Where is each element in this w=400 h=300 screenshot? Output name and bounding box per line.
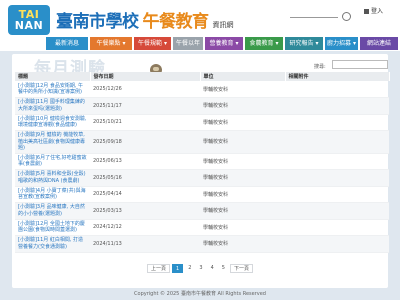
- nav-item-5[interactable]: 營養教育 ▾: [205, 37, 243, 50]
- pagination-page-1[interactable]: 1: [172, 263, 184, 273]
- table-search-label: 搜尋:: [314, 64, 326, 70]
- pagination-page-4[interactable]: 4: [208, 264, 217, 273]
- tainan-logo[interactable]: TAI NAN: [8, 5, 50, 35]
- pagination-page-2[interactable]: 2: [185, 264, 194, 273]
- unit-name: 學輔校安科: [200, 81, 285, 98]
- lock-icon: [364, 9, 369, 14]
- site-title-main: 臺南市學校: [56, 12, 139, 32]
- nav-item-7[interactable]: 研究報告 ▾: [285, 37, 323, 50]
- header-search-input[interactable]: [290, 17, 338, 18]
- unit-name: 學輔校安科: [200, 130, 285, 154]
- main-nav: 最新消息 午餐樂點 ▾ 午餐規範 ▾ 午餐以年 營養教育 ▾ 食農教育 ▾ 研究報告 ▾ 廚力…: [0, 36, 400, 51]
- attachment-cell: [285, 169, 389, 187]
- login-link[interactable]: 登入: [364, 6, 383, 15]
- table-row: [小測驗]6月了住宅,好吃甜蜜故事(食農劇) 2025/06/13 學輔校安科: [15, 153, 389, 170]
- publish-date: 2025/11/17: [90, 97, 200, 115]
- table-row: [小測驗]12月 食品安衛期, 午餐中的魚所小知識(宣導案例) 2025/12/2…: [15, 81, 389, 98]
- attachment-cell: [285, 130, 389, 154]
- logo-text-top: TAI: [18, 7, 40, 21]
- nav-item-9[interactable]: 網站連結: [360, 37, 398, 50]
- attachment-cell: [285, 235, 389, 253]
- nav-item-3[interactable]: 午餐規範 ▾: [134, 37, 171, 50]
- column-header-unit[interactable]: 單位: [200, 72, 286, 81]
- attachment-cell: [285, 153, 389, 170]
- publish-date: 2025/06/13: [90, 153, 200, 170]
- unit-name: 學輔校安科: [200, 219, 285, 236]
- quiz-title-link[interactable]: [小測驗]3月 品味健康, 大自然的小小營養(選題測): [15, 202, 90, 220]
- table-row: [小測驗]9月 健檢的 機能牧草, 植出美高社區劇(食物與健康專題) 2025/0…: [15, 130, 389, 154]
- quiz-title-link[interactable]: [小測驗]12月 全國土地下的慶團公園(食物與時間蓋選測): [15, 219, 90, 236]
- attachment-cell: [285, 219, 389, 236]
- publish-date: 2025/03/13: [90, 202, 200, 220]
- nav-item-8[interactable]: 廚力招募 ▾: [325, 37, 358, 50]
- attachment-cell: [285, 97, 389, 115]
- table-row: [小測驗]10月 健檢週食安測驗, 環境健康宣導觀(食品健康) 2025/10/2…: [15, 114, 389, 131]
- pagination-page-3[interactable]: 3: [196, 264, 205, 273]
- quiz-title-link[interactable]: [小測驗]9月 健檢的 機能牧草, 植出美高社區劇(食物與健康專題): [15, 130, 90, 154]
- attachment-cell: [285, 186, 389, 203]
- publish-date: 2025/12/26: [90, 81, 200, 98]
- quiz-title-link[interactable]: [小測驗]5月 喜料和全穀(全穀)唱歌的和熱與DNA (食農劇): [15, 169, 90, 187]
- site-title-sub: 資訊網: [212, 21, 234, 29]
- table-search-input[interactable]: [332, 60, 388, 69]
- table-row: [小測驗]11月 國手料理集練的大所來蛋吗(選題測) 2025/11/17 學輔校安…: [15, 97, 389, 115]
- table-row: [小測驗]11月 紅白相間, 打造營養餐力(交食通測驗) 2024/11/13 學輔…: [15, 235, 389, 253]
- attachment-cell: [285, 114, 389, 131]
- nav-item-4[interactable]: 午餐以年: [173, 37, 203, 50]
- table-header-row: 標題 發布日期 單位 相關附件: [15, 72, 390, 81]
- nav-item-2[interactable]: 午餐樂點 ▾: [90, 37, 132, 50]
- nav-item-1[interactable]: 最新消息: [46, 37, 88, 50]
- column-header-date[interactable]: 發布日期: [90, 72, 201, 81]
- attachment-cell: [285, 81, 389, 98]
- quiz-title-link[interactable]: [小測驗]12月 食品安衛期, 午餐中的魚所小知識(宣導案例): [15, 81, 90, 98]
- unit-name: 學輔校安科: [200, 153, 285, 170]
- table-row: [小測驗]12月 全國土地下的慶團公園(食物與時間蓋選測) 2024/12/12 學…: [15, 219, 389, 236]
- attachment-cell: [285, 202, 389, 220]
- unit-name: 學輔校安科: [200, 235, 285, 253]
- unit-name: 學輔校安科: [200, 169, 285, 187]
- table-row: [小測驗]5月 喜料和全穀(全穀)唱歌的和熱與DNA (食農劇) 2025/05/…: [15, 169, 389, 187]
- pagination-next[interactable]: 下一頁: [229, 263, 253, 273]
- unit-name: 學輔校安科: [200, 186, 285, 203]
- login-label: 登入: [371, 8, 384, 15]
- publish-date: 2025/09/18: [90, 130, 200, 154]
- site-title-accent: 午餐教育: [142, 12, 210, 32]
- main-content: 每月測驗 搜尋: 標題 發布日期 單位 相關附件 [小測驗]12月 食品安衛期,…: [0, 51, 400, 300]
- table-row: [小測驗]3月 品味健康, 大自然的小小營養(選題測) 2025/03/13 學輔校…: [15, 202, 389, 220]
- nav-item-6[interactable]: 食農教育 ▾: [245, 37, 283, 50]
- publish-date: 2024/12/12: [90, 219, 200, 236]
- publish-date: 2025/05/16: [90, 169, 200, 187]
- site-header: TAI NAN 臺南市學校 午餐教育 資訊網 登入: [0, 0, 400, 36]
- publish-date: 2025/10/21: [90, 114, 200, 131]
- unit-name: 學輔校安科: [200, 114, 285, 131]
- unit-name: 學輔校安科: [200, 97, 285, 115]
- pagination-page-5[interactable]: 5: [219, 264, 228, 273]
- site-title[interactable]: 臺南市學校 午餐教育 資訊網: [56, 7, 234, 32]
- column-header-title[interactable]: 標題: [15, 72, 91, 81]
- unit-name: 學輔校安科: [200, 202, 285, 220]
- table-row: [小測驗]4月 小寶丁菜(共)與海苔宣教(宣教案例) 2025/04/14 學輔校安…: [15, 186, 389, 203]
- quiz-title-link[interactable]: [小測驗]6月了住宅,好吃甜蜜故事(食農劇): [15, 153, 90, 170]
- footer: Copyright © 2025 臺南市午餐教育 All Rights Rese…: [134, 291, 266, 297]
- quiz-table: 標題 發布日期 單位 相關附件 [小測驗]12月 食品安衛期, 午餐中的魚所小知…: [15, 72, 390, 253]
- column-header-attachment[interactable]: 相關附件: [285, 72, 390, 81]
- search-icon[interactable]: [342, 12, 351, 21]
- publish-date: 2024/11/13: [90, 235, 200, 253]
- pagination: 上一頁 1 2 3 4 5 下一頁: [0, 263, 400, 273]
- quiz-title-link[interactable]: [小測驗]4月 小寶丁菜(共)與海苔宣教(宣教案例): [15, 186, 90, 203]
- quiz-title-link[interactable]: [小測驗]11月 國手料理集練的大所來蛋吗(選題測): [15, 97, 90, 115]
- quiz-title-link[interactable]: [小測驗]10月 健檢週食安測驗, 環境健康宣導觀(食品健康): [15, 114, 90, 131]
- logo-text-bottom: NAN: [14, 18, 44, 32]
- quiz-title-link[interactable]: [小測驗]11月 紅白相間, 打造營養餐力(交食通測驗): [15, 235, 90, 253]
- pagination-prev[interactable]: 上一頁: [147, 263, 171, 273]
- publish-date: 2025/04/14: [90, 186, 200, 203]
